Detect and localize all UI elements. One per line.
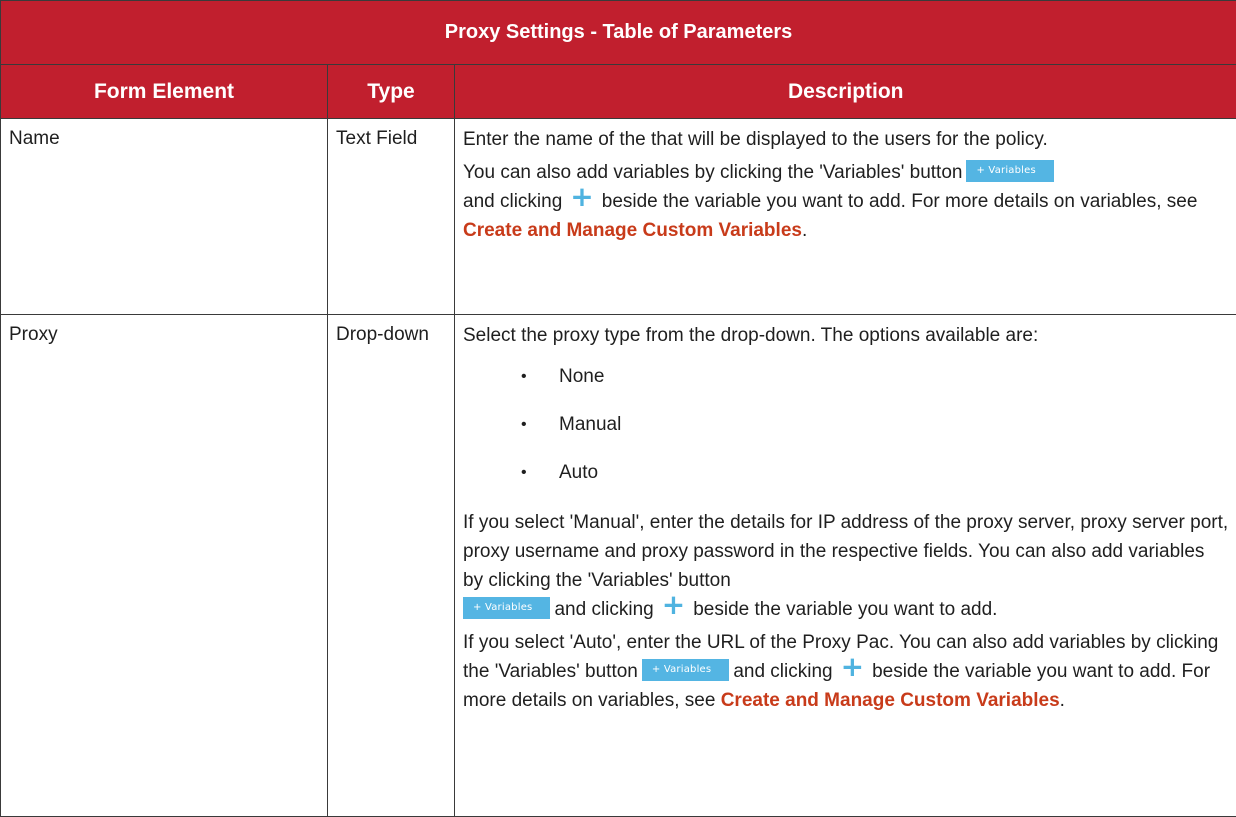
column-header-type: Type — [327, 64, 455, 119]
column-header-form-element: Form Element — [0, 64, 328, 119]
table-row-proxy: Proxy Drop-down Select the proxy type fr… — [0, 314, 1236, 817]
proxy-intro: Select the proxy type from the drop-down… — [463, 325, 1039, 346]
table-row-name: Name Text Field Enter the name of the th… — [0, 118, 1236, 315]
variables-button[interactable]: + Variables — [641, 658, 730, 681]
auto-desc-text-b: and clicking — [733, 661, 833, 682]
name-desc-text-a: You can also add variables by clicking t… — [463, 162, 963, 183]
cell-type-name: Text Field — [327, 118, 455, 315]
proxy-manual-desc: If you select 'Manual', enter the detail… — [463, 508, 1229, 624]
option-none: None — [559, 366, 605, 387]
list-item: • None — [521, 356, 1229, 404]
column-header-description: Description — [453, 64, 1236, 119]
cell-element-name: Name — [0, 118, 328, 315]
manual-desc-text-a: If you select 'Manual', enter the detail… — [463, 512, 1229, 591]
auto-desc-period: . — [1059, 690, 1065, 711]
plus-icon[interactable]: + — [570, 183, 593, 211]
bullet: • — [521, 368, 527, 385]
proxy-auto-desc: If you select 'Auto', enter the URL of t… — [463, 628, 1229, 715]
proxy-settings-table: Proxy Settings - Table of Parameters For… — [0, 0, 1236, 817]
name-desc-text-b: and clicking — [463, 191, 563, 212]
create-manage-variables-link[interactable]: Create and Manage Custom Variables — [721, 690, 1060, 711]
create-manage-variables-link[interactable]: Create and Manage Custom Variables — [463, 220, 802, 241]
manual-desc-text-b: and clicking — [554, 599, 654, 620]
name-desc-text-c: beside the variable you want to add. For… — [601, 191, 1198, 212]
name-desc-period: . — [801, 220, 808, 241]
option-manual: Manual — [559, 414, 622, 435]
bullet: • — [521, 464, 527, 481]
plus-icon[interactable]: + — [662, 591, 685, 619]
plus-icon[interactable]: + — [841, 653, 864, 681]
cell-type-proxy: Drop-down — [327, 314, 455, 817]
cell-description-name: Enter the name of the that will be displ… — [453, 118, 1236, 315]
name-desc-line1: Enter the name of the that will be displ… — [463, 129, 1048, 150]
variables-button[interactable]: + Variables — [966, 159, 1054, 182]
option-auto: Auto — [559, 462, 599, 483]
proxy-options-list: • None • Manual • Auto — [463, 356, 1229, 500]
manual-desc-text-c: beside the variable you want to add. — [693, 599, 998, 620]
variables-button[interactable]: + Variables — [463, 596, 551, 619]
cell-description-proxy: Select the proxy type from the drop-down… — [453, 314, 1236, 817]
list-item: • Manual — [521, 404, 1229, 452]
name-desc-variables: You can also add variables by clicking t… — [463, 158, 1229, 245]
bullet: • — [521, 416, 527, 433]
table-title: Proxy Settings - Table of Parameters — [0, 0, 1236, 65]
cell-element-proxy: Proxy — [0, 314, 328, 817]
list-item: • Auto — [521, 452, 1229, 500]
